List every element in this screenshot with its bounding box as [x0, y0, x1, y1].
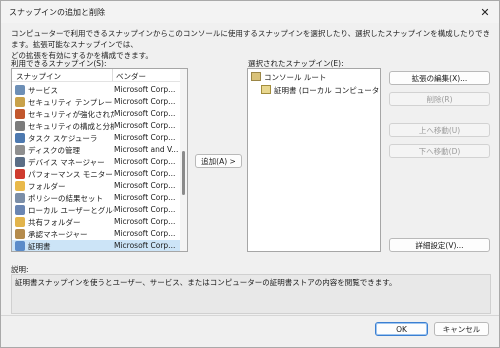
snapin-name: セキュリティ テンプレート: [28, 98, 114, 107]
no-entry-icon: [15, 169, 25, 179]
snapin-name: パフォーマンス モニター: [28, 170, 113, 179]
footer-divider: [1, 315, 499, 316]
users-icon: [15, 205, 25, 215]
snapin-name: デバイス マネージャー: [28, 158, 105, 167]
remove-button[interactable]: 削除(R): [389, 92, 490, 106]
snapin-row[interactable]: フォルダー Microsoft Corp...: [12, 180, 187, 192]
snapin-vendor: Microsoft Corp...: [114, 85, 176, 94]
snapin-name: 共有フォルダー: [28, 218, 81, 227]
snapin-row[interactable]: 承認マネージャー Microsoft Corp...: [12, 228, 187, 240]
snapin-name: 承認マネージャー: [28, 230, 88, 239]
snapin-vendor: Microsoft Corp...: [114, 229, 176, 238]
shared-folder-icon: [15, 217, 25, 227]
ok-button[interactable]: OK: [375, 322, 428, 336]
snapin-name: 証明書: [28, 242, 51, 251]
explanation-text: 証明書スナップインを使うとユーザー、サービス、またはコンピューターの証明書ストア…: [15, 278, 397, 287]
snapin-vendor: Microsoft Corp...: [114, 205, 176, 214]
snapin-row[interactable]: パフォーマンス モニター Microsoft Corp...: [12, 168, 187, 180]
add-remove-snapins-dialog: スナップインの追加と削除 ✕ コンピューターで利用できるスナップインからこのコン…: [0, 0, 500, 348]
cancel-button[interactable]: キャンセル: [434, 322, 489, 336]
snapin-name: タスク スケジューラ: [28, 134, 98, 143]
snapin-vendor: Microsoft Corp...: [114, 193, 176, 202]
move-up-button[interactable]: 上へ移動(U): [389, 123, 490, 137]
tree-node-label: 証明書 (ローカル コンピューター): [274, 86, 381, 95]
clock-icon: [15, 133, 25, 143]
snapin-row[interactable]: タスク スケジューラ Microsoft Corp...: [12, 132, 187, 144]
selected-snapins-tree[interactable]: コンソール ルート 証明書 (ローカル コンピューター): [247, 68, 381, 252]
console-root-icon: [251, 72, 261, 81]
snapin-row[interactable]: サービス Microsoft Corp...: [12, 84, 187, 96]
snapin-vendor: Microsoft and V...: [114, 145, 179, 154]
folder-icon: [15, 181, 25, 191]
snapin-name: セキュリティが強化された...: [28, 110, 114, 119]
add-button[interactable]: 追加(A) >: [195, 154, 242, 168]
template-icon: [15, 97, 25, 107]
title-bar: スナップインの追加と削除 ✕: [1, 1, 499, 23]
column-header-vendor[interactable]: ベンダー: [116, 71, 146, 82]
dialog-description: コンピューターで利用できるスナップインからこのコンソールに使用するスナップインを…: [11, 28, 493, 61]
certificate-icon: [261, 85, 271, 94]
snapin-name: ディスクの管理: [28, 146, 80, 155]
snapin-name: サービス: [28, 86, 58, 95]
snapin-vendor: Microsoft Corp...: [114, 181, 176, 190]
snapin-name: フォルダー: [28, 182, 66, 191]
snapin-row[interactable]: セキュリティが強化された...Microsoft Corp...: [12, 108, 187, 120]
policy-icon: [15, 193, 25, 203]
dialog-title: スナップインの追加と削除: [9, 8, 105, 17]
snapin-vendor: Microsoft Corp...: [114, 133, 176, 142]
list-scrollbar[interactable]: [180, 69, 187, 251]
tree-node-label: コンソール ルート: [264, 73, 327, 82]
device-manager-icon: [15, 157, 25, 167]
snapin-row[interactable]: ディスクの管理 Microsoft and V...: [12, 144, 187, 156]
disk-icon: [15, 145, 25, 155]
snapin-vendor: Microsoft Corp...: [114, 241, 176, 250]
snapin-vendor: Microsoft Corp...: [114, 97, 176, 106]
snapin-row[interactable]: デバイス マネージャー Microsoft Corp...: [12, 156, 187, 168]
snapin-row[interactable]: セキュリティ テンプレート Microsoft Corp...: [12, 96, 187, 108]
snapin-vendor: Microsoft Corp...: [114, 121, 176, 130]
explanation-box: 証明書スナップインを使うとユーザー、サービス、またはコンピューターの証明書ストア…: [11, 274, 491, 314]
snapin-row[interactable]: ポリシーの結果セット Microsoft Corp...: [12, 192, 187, 204]
close-button[interactable]: ✕: [471, 1, 499, 23]
certificate-icon: [15, 241, 25, 251]
scrollbar-thumb[interactable]: [182, 151, 185, 195]
snapin-row[interactable]: 共有フォルダー Microsoft Corp...: [12, 216, 187, 228]
snapin-vendor: Microsoft Corp...: [114, 169, 176, 178]
snapin-row[interactable]: 証明書 Microsoft Corp...: [12, 240, 187, 251]
snapin-name: セキュリティの構成と分析: [28, 122, 114, 131]
edit-extensions-button[interactable]: 拡張の編集(X)...: [389, 71, 490, 85]
column-header-snapin[interactable]: スナップイン: [16, 71, 61, 82]
snapin-row[interactable]: セキュリティの構成と分析 Microsoft Corp...: [12, 120, 187, 132]
snapin-name: ローカル ユーザーとグループ: [28, 206, 114, 215]
firewall-icon: [15, 109, 25, 119]
gears-icon: [15, 85, 25, 95]
description-line-1: コンピューターで利用できるスナップインからこのコンソールに使用するスナップインを…: [11, 29, 491, 49]
snapin-vendor: Microsoft Corp...: [114, 109, 176, 118]
advanced-button[interactable]: 詳細設定(V)...: [389, 238, 490, 252]
authorization-icon: [15, 229, 25, 239]
available-snapins-list[interactable]: スナップイン ベンダー サービス Microsoft Corp... セキュリティ …: [11, 68, 188, 252]
snapin-row[interactable]: ローカル ユーザーとグループMicrosoft Corp...: [12, 204, 187, 216]
snapin-vendor: Microsoft Corp...: [114, 157, 176, 166]
list-header: スナップイン ベンダー: [12, 69, 187, 82]
snapin-name: ポリシーの結果セット: [28, 194, 103, 203]
move-down-button[interactable]: 下へ移動(D): [389, 144, 490, 158]
snapin-vendor: Microsoft Corp...: [114, 217, 176, 226]
security-analysis-icon: [15, 121, 25, 131]
